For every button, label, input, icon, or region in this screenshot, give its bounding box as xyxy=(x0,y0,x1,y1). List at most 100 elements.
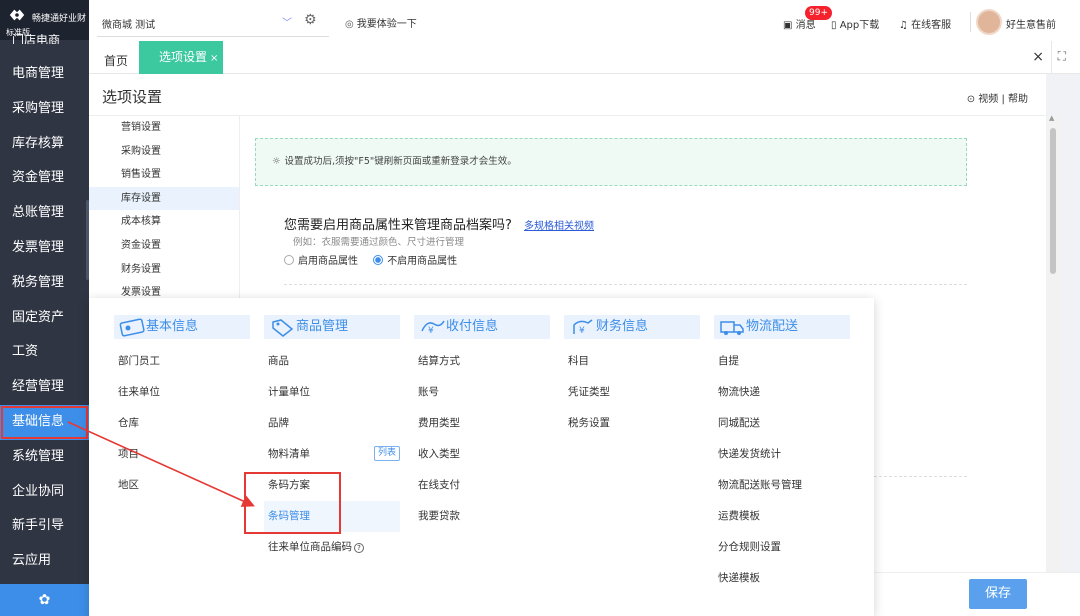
id-card-icon xyxy=(119,318,145,337)
logo-icon xyxy=(9,9,25,21)
scroll-up-icon[interactable]: ▲ xyxy=(1049,114,1054,122)
phone-icon: ▯ xyxy=(831,20,840,31)
divider xyxy=(970,12,971,32)
subnav-item-purchase[interactable]: 采购设置 xyxy=(89,140,239,164)
radio-label: 启用商品属性 xyxy=(298,256,358,267)
menu-item-logistics-accounts[interactable]: 物流配送账号管理 xyxy=(714,470,850,501)
tab-bar: 首页 选项设置 × × ⛶ xyxy=(89,41,1080,74)
help-icon[interactable]: ? xyxy=(354,543,364,553)
gear-icon[interactable]: ⚙ xyxy=(304,12,317,28)
app-window: 畅捷通好业财 标准版 门店电商 电商管理 采购管理 库存核算 资金管理 总账管理… xyxy=(0,0,1080,616)
sidebar-item-purchase[interactable]: 采购管理 xyxy=(0,92,89,127)
sidebar-item-funds[interactable]: 资金管理 xyxy=(0,161,89,196)
sidebar-item-system[interactable]: 系统管理 xyxy=(0,440,89,475)
menu-item-express-template[interactable]: 快递模板 xyxy=(714,563,850,594)
menu-item-online-payment[interactable]: 在线支付 xyxy=(414,470,550,501)
finance-icon: ¥ xyxy=(573,319,593,336)
settings-subnav: 营销设置 采购设置 销售设置 库存设置 成本核算 资金设置 财务设置 发票设置 xyxy=(89,116,240,306)
sidebar-item-invoice[interactable]: 发票管理 xyxy=(0,231,89,266)
avatar[interactable] xyxy=(976,9,1002,35)
subnav-item-inventory[interactable]: 库存设置 xyxy=(89,186,239,211)
menu-item-loan[interactable]: 我要贷款 xyxy=(414,501,550,532)
subnav-item-marketing[interactable]: 营销设置 xyxy=(89,116,239,140)
menu-item-freight-template[interactable]: 运费模板 xyxy=(714,501,850,532)
menu-item-settlement[interactable]: 结算方式 xyxy=(414,346,550,377)
sidebar-item-salary[interactable]: 工资 xyxy=(0,335,89,370)
scrollbar-thumb[interactable] xyxy=(1050,128,1056,274)
sidebar-item-ledger[interactable]: 总账管理 xyxy=(0,196,89,231)
fullscreen-icon[interactable]: ⛶ xyxy=(1058,49,1066,64)
content-scrollbar[interactable]: ▲ xyxy=(1046,114,1060,578)
basic-info-menu: 基本信息 部门员工 往来单位 仓库 项目 地区 商品管理 商品 计量单位 品牌 … xyxy=(89,298,874,616)
menu-item-shipping-stats[interactable]: 快递发货统计 xyxy=(714,439,850,470)
store-selector[interactable]: 微商城 测试 xyxy=(102,16,155,31)
menu-item-brand[interactable]: 品牌 xyxy=(264,408,400,439)
save-button[interactable]: 保存 xyxy=(969,579,1027,609)
menu-column-header: 基本信息 xyxy=(114,315,250,339)
sidebar-item-inventory[interactable]: 库存核算 xyxy=(0,127,89,162)
try-experience-link[interactable]: ◎ 我要体验一下 xyxy=(345,15,417,30)
user-name[interactable]: 好生意售前 xyxy=(1006,16,1056,31)
menu-item-voucher-type[interactable]: 凭证类型 xyxy=(564,377,700,408)
menu-item-warehouse[interactable]: 仓库 xyxy=(114,408,250,439)
chevron-down-icon[interactable]: ﹀ xyxy=(282,14,292,29)
sidebar-item-basic-info[interactable]: 基础信息 xyxy=(0,404,89,440)
menu-item-partners[interactable]: 往来单位 xyxy=(114,377,250,408)
menu-item-project[interactable]: 项目 xyxy=(114,439,250,470)
divider xyxy=(284,284,967,285)
radio-label: 不启用商品属性 xyxy=(387,256,458,267)
sidebar-item-guide[interactable]: 新手引导 xyxy=(0,509,89,544)
menu-item-income-type[interactable]: 收入类型 xyxy=(414,439,550,470)
close-all-tabs-button[interactable]: × xyxy=(1032,49,1044,65)
sidebar-item-operations[interactable]: 经营管理 xyxy=(0,370,89,405)
menu-item-units[interactable]: 计量单位 xyxy=(264,377,400,408)
video-link[interactable]: 多规格相关视频 xyxy=(524,217,594,232)
menu-item-account[interactable]: 账号 xyxy=(414,377,550,408)
menu-column-title: 物流配送 xyxy=(746,319,799,334)
menu-item-warehouse-rules[interactable]: 分仓规则设置 xyxy=(714,532,850,563)
sidebar-item-assets[interactable]: 固定资产 xyxy=(0,301,89,336)
video-help-links[interactable]: ⊙ 视频 | 帮助 xyxy=(967,90,1028,105)
app-download-button[interactable]: ▯ App下载 xyxy=(831,16,879,31)
tab-home[interactable]: 首页 xyxy=(104,52,128,69)
lightbulb-icon: ☼ xyxy=(272,156,281,167)
planet-icon: ◎ xyxy=(345,19,354,30)
menu-column-header: ¥ 收付信息 xyxy=(414,315,550,339)
sidebar-item-ecommerce[interactable]: 电商管理 xyxy=(0,57,89,92)
subnav-item-cost[interactable]: 成本核算 xyxy=(89,210,239,234)
subnav-item-sales[interactable]: 销售设置 xyxy=(89,163,239,187)
menu-item-bom[interactable]: 物料清单 列表 xyxy=(264,439,400,470)
menu-item-partner-goods-code[interactable]: 往来单位商品编码? xyxy=(264,532,400,563)
sidebar-item-tax[interactable]: 税务管理 xyxy=(0,266,89,301)
menu-column-header: ¥ 财务信息 xyxy=(564,315,700,339)
try-experience-label: 我要体验一下 xyxy=(356,19,417,30)
menu-item-pickup[interactable]: 自提 xyxy=(714,346,850,377)
radio-enable-attributes[interactable]: 启用商品属性 xyxy=(284,252,358,267)
radio-disable-attributes[interactable]: 不启用商品属性 xyxy=(373,252,457,267)
menu-item-expense-type[interactable]: 费用类型 xyxy=(414,408,550,439)
menu-item-tax-settings[interactable]: 税务设置 xyxy=(564,408,700,439)
menu-item-departments[interactable]: 部门员工 xyxy=(114,346,250,377)
online-service-button[interactable]: ♫ 在线客服 xyxy=(899,16,951,31)
menu-item-region[interactable]: 地区 xyxy=(114,470,250,501)
sidebar-item-cloud-apps[interactable]: 云应用 xyxy=(0,544,89,579)
sidebar-item-collaboration[interactable]: 企业协同 xyxy=(0,475,89,510)
menu-column-title: 基本信息 xyxy=(146,319,199,334)
menu-item-goods[interactable]: 商品 xyxy=(264,346,400,377)
sidebar-item-partial[interactable]: 门店电商 xyxy=(12,34,60,44)
list-tag[interactable]: 列表 xyxy=(373,446,400,461)
truck-icon xyxy=(720,321,744,335)
tab-options-settings[interactable]: 选项设置 × xyxy=(139,41,223,74)
notice-banner: ☼ 设置成功后,须按"F5"键刷新页面或重新登录才会生效。 xyxy=(255,138,967,186)
subnav-item-funds[interactable]: 资金设置 xyxy=(89,234,239,258)
menu-item-label: 往来单位商品编码 xyxy=(268,541,352,553)
menu-item-express[interactable]: 物流快递 xyxy=(714,377,850,408)
menu-item-same-city[interactable]: 同城配送 xyxy=(714,408,850,439)
close-icon[interactable]: × xyxy=(210,53,218,64)
menu-column-basic-info: 基本信息 部门员工 往来单位 仓库 项目 地区 xyxy=(114,315,250,501)
logo-name: 畅捷通好业财 xyxy=(32,14,87,24)
svg-text:¥: ¥ xyxy=(428,326,434,336)
subnav-item-finance[interactable]: 财务设置 xyxy=(89,258,239,282)
menu-item-subjects[interactable]: 科目 xyxy=(564,346,700,377)
settings-gear-button[interactable]: ✿ xyxy=(0,584,89,616)
